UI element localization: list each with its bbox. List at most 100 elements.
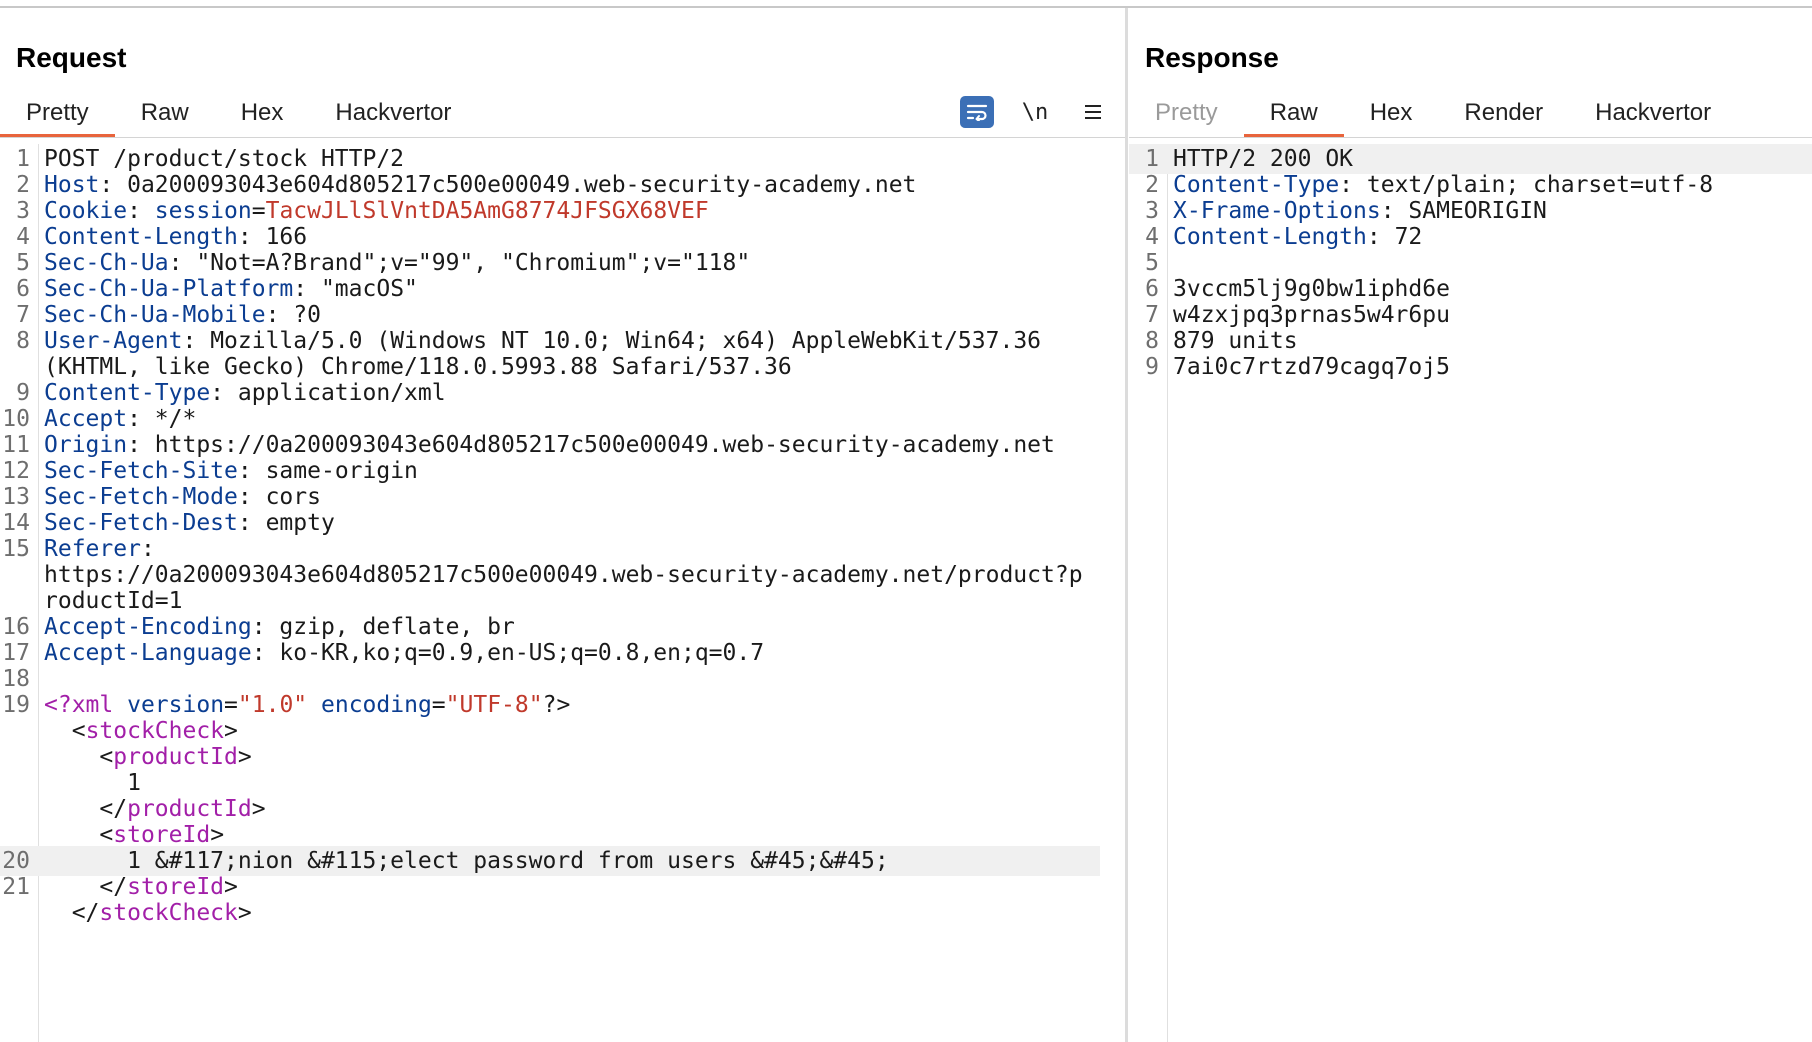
line-content: </stockCheck> [44, 898, 252, 928]
header-value: https://0a200093043e604d805217c500e00049… [154, 432, 1055, 458]
request-tab-pretty[interactable]: Pretty [0, 88, 115, 138]
header-value: application/xml [237, 380, 446, 406]
plain-text: 1 [44, 770, 141, 796]
line-content: 7ai0c7rtzd79cagq7oj5 [1173, 352, 1450, 382]
response-tab-pretty[interactable]: Pretty [1129, 88, 1244, 138]
header-value: same-origin [265, 458, 418, 484]
request-tab-hackvertor[interactable]: Hackvertor [309, 88, 477, 138]
plain-text: 7ai0c7rtzd79cagq7oj5 [1173, 354, 1450, 380]
response-tabs: Pretty Raw Hex Render Hackvertor [1129, 88, 1737, 138]
header-name: Cookie [44, 198, 128, 224]
header-value: 0a200093043e604d805217c500e00049.web-sec… [127, 172, 917, 198]
header-value: text/plain; charset=utf-8 [1366, 172, 1714, 198]
wrap-lines-icon [966, 104, 988, 121]
xml-attr-name: encoding [321, 692, 432, 718]
response-tab-render[interactable]: Render [1438, 88, 1569, 138]
xml-tag-name: stockCheck [99, 900, 238, 926]
pane-splitter[interactable] [1125, 8, 1128, 1042]
plain-text: https://0a200093043e604d805217c500e00049… [44, 562, 1083, 588]
request-tabs: Pretty Raw Hex Hackvertor [0, 88, 477, 138]
header-value: "macOS" [320, 276, 418, 302]
header-name: Accept-Encoding [44, 614, 252, 640]
response-tab-hackvertor[interactable]: Hackvertor [1569, 88, 1737, 138]
header-value: "Not=A?Brand";v="99", "Chromium";v="118" [196, 250, 751, 276]
header-name: Content-Type [1173, 172, 1340, 198]
xml-attr-value: "UTF-8" [445, 692, 543, 718]
header-name: Sec-Ch-Ua [44, 250, 169, 276]
header-name: X-Frame-Options [1173, 198, 1381, 224]
response-tabs-divider [1129, 137, 1812, 138]
xml-bracket-close: > [237, 900, 252, 926]
cookie-value: TacwJLlSlVntDA5AmG8774JFSGX68VEF [265, 198, 709, 224]
xml-tag-name: productId [113, 744, 238, 770]
header-name: Host [44, 172, 100, 198]
editor-menu-button[interactable] [1076, 96, 1110, 128]
xml-bracket-close: > [224, 718, 238, 744]
plain-text: HTTP/2 200 OK [1173, 146, 1354, 172]
code-line: </stockCheck> [0, 898, 1100, 928]
response-tab-hex[interactable]: Hex [1344, 88, 1439, 138]
header-name: Sec-Ch-Ua-Platform [44, 276, 294, 302]
xml-tag-name: stockCheck [85, 718, 225, 744]
xml-bracket-open: < [99, 744, 114, 770]
header-name: Content-Type [44, 380, 211, 406]
xml-tag-name: productId [127, 796, 252, 822]
cookie-name: session [154, 198, 252, 224]
header-name: Content-Length [1173, 224, 1367, 250]
plain-text: 879 units [1173, 328, 1298, 354]
request-tab-hex[interactable]: Hex [215, 88, 310, 138]
response-pane: Response Pretty Raw Hex Render Hackvertor 1H… [1129, 8, 1812, 1042]
show-newlines-button[interactable]: \n [1018, 96, 1052, 128]
plain-text: roductId=1 [44, 588, 183, 614]
xml-bracket-open: </ [99, 796, 128, 822]
header-value: Mozilla/5.0 (Windows NT 10.0; Win64; x64… [210, 328, 1042, 354]
request-tab-raw[interactable]: Raw [115, 88, 215, 138]
header-value: empty [265, 510, 335, 536]
xml-tag-name: storeId [113, 822, 211, 848]
response-tab-raw[interactable]: Raw [1243, 88, 1344, 138]
header-name: Accept-Language [44, 640, 252, 666]
header-name: Content-Length [44, 224, 238, 250]
xml-bracket-open: < [99, 822, 114, 848]
request-editor[interactable]: 1 POST /product/stock HTTP/2 2 Host: 0a2000… [0, 144, 1126, 1042]
newline-label: \n [1021, 99, 1049, 125]
plain-text: w4zxjpq3prnas5w4r6pu [1173, 302, 1450, 328]
xml-bracket-open: </ [71, 900, 100, 926]
request-tabs-divider [0, 137, 1126, 138]
plain-text: (KHTML, like Gecko) Chrome/118.0.5993.88… [44, 354, 792, 380]
xml-attr-value: "1.0" [237, 692, 308, 718]
response-title: Response [1145, 42, 1279, 73]
plain-text: POST /product/stock HTTP/2 [44, 146, 405, 172]
header-name: Accept [44, 406, 128, 432]
header-value: */* [154, 406, 197, 432]
header-name: Origin [44, 432, 128, 458]
response-editor[interactable]: 1 HTTP/2 200 OK 2 Content-Type: text/plain;… [1129, 144, 1812, 1042]
request-toolbar: \n [960, 96, 1110, 128]
request-pane: Request Pretty Raw Hex Hackvertor \n 1 POST … [0, 8, 1126, 1042]
plain-text: 1 &#117;nion &#115;elect password from u… [44, 848, 889, 874]
xml-declaration-close: ?> [542, 692, 571, 718]
header-value: ?0 [293, 302, 321, 328]
header-name: Referer [44, 536, 141, 562]
xml-tag-name: storeId [127, 874, 225, 900]
xml-bracket-open: </ [99, 874, 128, 900]
wrap-lines-button[interactable] [960, 96, 994, 128]
xml-declaration-open: <?xml [44, 692, 114, 718]
header-name: User-Agent [44, 328, 183, 354]
xml-attr-name: version [127, 692, 225, 718]
xml-bracket-close: > [251, 796, 266, 822]
plain-text: 3vccm5lj9g0bw1iphd6e [1173, 276, 1450, 302]
xml-bracket-close: > [224, 874, 238, 900]
xml-bracket-open: < [71, 718, 86, 744]
hamburger-menu-icon [1085, 105, 1101, 119]
header-name: Sec-Fetch-Site [44, 458, 238, 484]
header-name: Sec-Fetch-Dest [44, 510, 238, 536]
header-name: Sec-Fetch-Mode [44, 484, 238, 510]
line-number: 9 [1145, 354, 1159, 380]
